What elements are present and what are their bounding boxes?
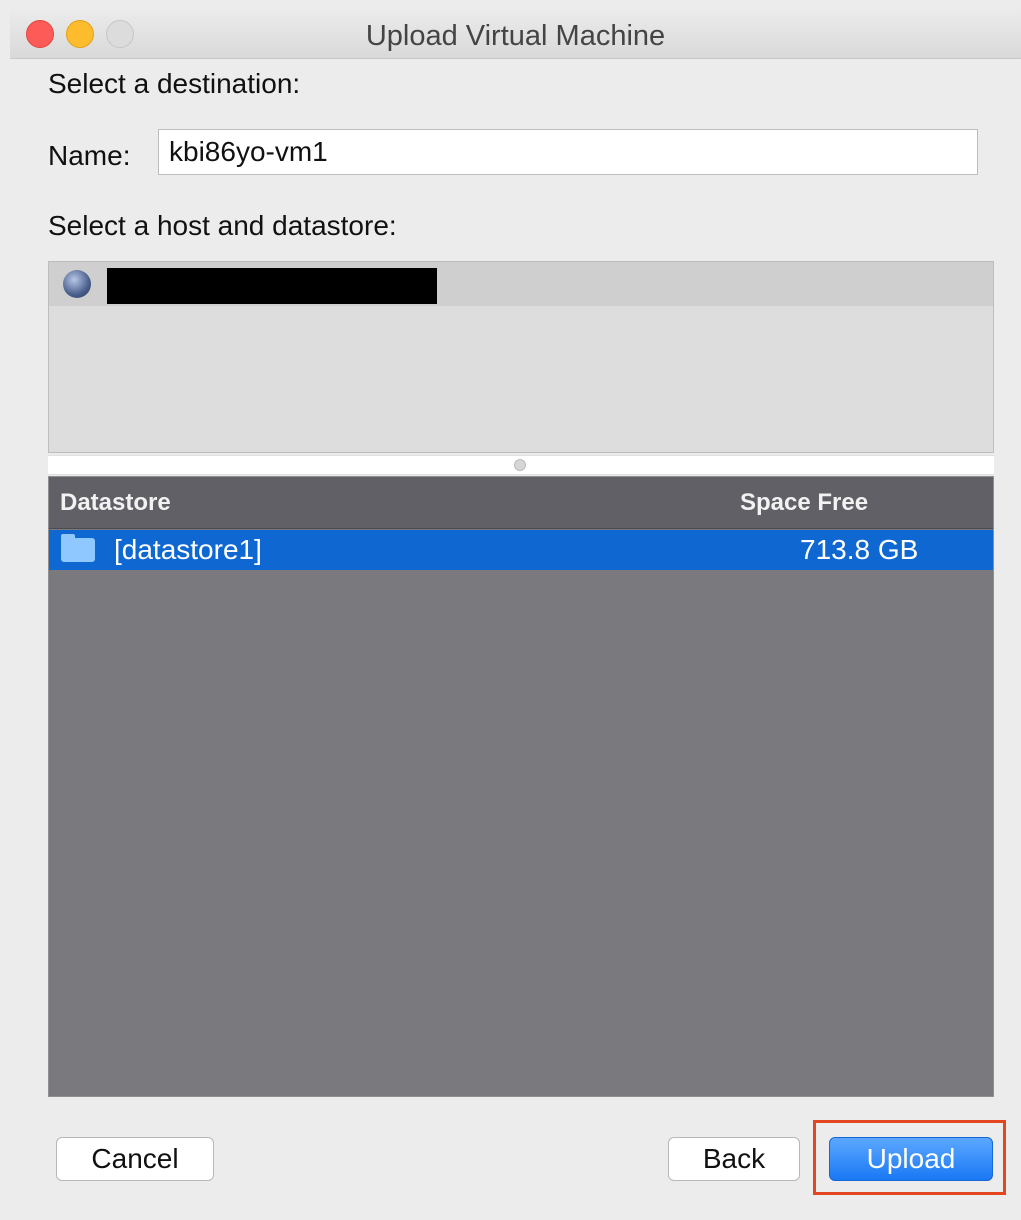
cancel-button[interactable]: Cancel xyxy=(56,1137,214,1181)
upload-vm-window: Upload Virtual Machine Select a destinat… xyxy=(0,0,1021,1220)
folder-icon xyxy=(61,534,95,562)
datastore-table: Datastore Space Free [datastore1] 713.8 … xyxy=(48,476,994,1097)
table-header: Datastore Space Free xyxy=(49,477,993,529)
host-datastore-heading: Select a host and datastore: xyxy=(48,210,397,241)
name-input[interactable] xyxy=(158,129,978,175)
column-header-datastore[interactable]: Datastore xyxy=(60,489,171,517)
datastore-space-free: 713.8 GB xyxy=(800,534,919,565)
destination-heading: Select a destination: xyxy=(48,68,301,99)
datastore-name: [datastore1] xyxy=(114,534,262,565)
host-list[interactable] xyxy=(48,261,994,453)
divider-handle[interactable] xyxy=(514,459,526,471)
table-row[interactable]: [datastore1] 713.8 GB xyxy=(49,530,993,570)
split-view-divider[interactable] xyxy=(48,455,994,475)
globe-icon xyxy=(63,270,91,298)
title-bar: Upload Virtual Machine xyxy=(10,8,1021,59)
back-button[interactable]: Back xyxy=(668,1137,800,1181)
window-title: Upload Virtual Machine xyxy=(365,20,666,52)
redacted-host-name xyxy=(107,268,437,304)
host-row[interactable] xyxy=(49,262,993,306)
name-label: Name: xyxy=(48,140,131,171)
upload-highlight-box xyxy=(813,1120,1006,1195)
column-header-space-free[interactable]: Space Free xyxy=(740,489,868,517)
